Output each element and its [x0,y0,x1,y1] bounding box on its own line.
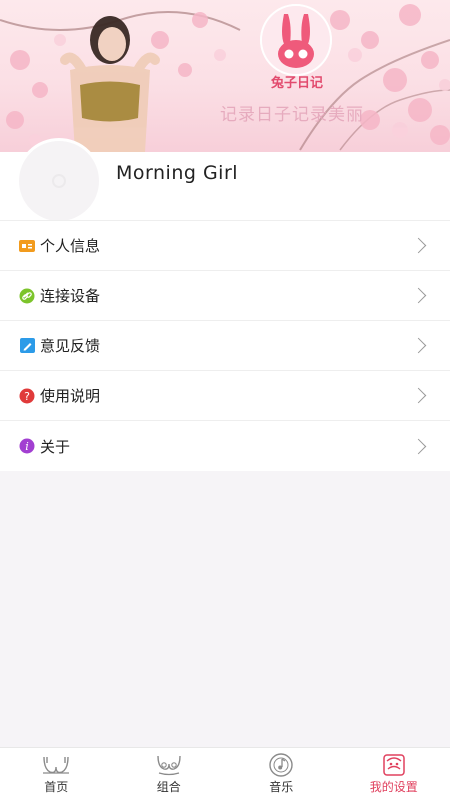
music-disc-icon [266,753,296,777]
brand-slogan: 记录日子记录美丽 [220,105,364,125]
svg-text:?: ? [24,390,30,403]
avatar[interactable] [16,138,102,224]
pencil-icon [19,338,35,354]
cherry-blossom-illustration [0,4,450,152]
tab-my-settings[interactable]: 我的设置 [338,748,450,800]
chevron-right-icon [410,287,427,304]
header-banner: 兔子日记 记录日子记录美丽 [0,0,450,152]
profile-settings-icon [379,753,409,777]
profile-header[interactable]: Morning Girl [0,138,450,224]
menu-item-label: 使用说明 [40,387,101,405]
menu-item-personal-info[interactable]: 个人信息 [0,221,450,271]
username: Morning Girl [116,162,239,184]
menu-item-label: 意见反馈 [40,337,101,355]
tab-label: 我的设置 [369,780,418,794]
bra-combo-icon [154,753,184,777]
tab-label: 音乐 [269,780,294,794]
tab-music[interactable]: 音乐 [225,748,338,800]
chevron-right-icon [410,237,427,254]
tab-label: 首页 [44,780,69,794]
id-card-icon [19,238,35,254]
tab-combo[interactable]: 组合 [113,748,226,800]
menu-item-instructions[interactable]: ? 使用说明 [0,371,450,421]
link-icon [19,288,35,304]
rabbit-logo [260,4,332,76]
tab-label: 组合 [156,780,181,794]
menu-item-label: 关于 [40,437,71,456]
bra-outline-icon [41,753,71,777]
question-icon: ? [19,388,35,404]
menu-item-label: 个人信息 [40,237,101,255]
menu-item-connect-device[interactable]: 连接设备 [0,271,450,321]
bottom-tab-bar: 首页 组合 音乐 我的设置 [0,747,450,800]
tab-home[interactable]: 首页 [0,748,113,800]
menu-item-label: 连接设备 [40,287,101,305]
chevron-right-icon [410,337,427,354]
info-icon: i [19,438,35,454]
svg-text:i: i [25,440,29,453]
model-photo [60,16,160,152]
chevron-right-icon [410,438,427,454]
menu-item-feedback[interactable]: 意见反馈 [0,321,450,371]
brand-name: 兔子日记 [270,76,323,91]
chevron-right-icon [410,387,427,404]
settings-menu: 个人信息 连接设备 意见反馈 ? 使用说明 i 关于 [0,220,450,471]
menu-item-about[interactable]: i 关于 [0,421,450,471]
